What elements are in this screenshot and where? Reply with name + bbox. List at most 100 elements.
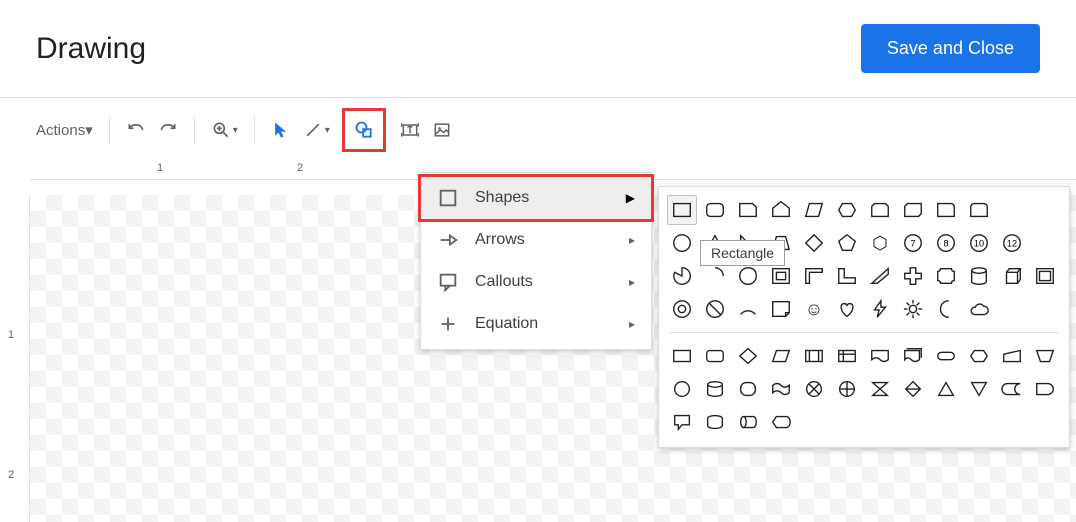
shape-heart[interactable] [832,294,862,324]
shape-flow-squircle[interactable] [733,374,763,404]
shape-snip-double[interactable] [865,195,895,225]
image-icon [432,120,452,140]
shape-flow-wave[interactable] [766,374,796,404]
image-tool-button[interactable] [428,116,456,144]
shape-folded-corner[interactable] [766,294,796,324]
shape-flow-rect[interactable] [667,341,697,371]
shape-flow-roundrect[interactable] [700,341,730,371]
line-tool-button[interactable]: ▾ [299,116,334,144]
shapes-palette: ⬡ 7 810 12 ☺ [658,186,1070,448]
shape-donut[interactable] [667,294,697,324]
cursor-icon [271,120,291,140]
shape-cube[interactable] [997,261,1027,291]
shape-flow-or[interactable] [832,374,862,404]
shape-pie[interactable] [667,261,697,291]
shape-no-symbol[interactable] [700,294,730,324]
menu-item-label: Callouts [475,273,533,291]
shape-sun[interactable] [898,294,928,324]
shape-cloud[interactable] [964,294,994,324]
menu-item-callouts[interactable]: Callouts ▸ [421,261,651,303]
toolbar: Actions ▾ ▾ ▾ [0,98,1076,162]
shape-flow-predefined[interactable] [799,341,829,371]
shape-flow-stored[interactable] [997,374,1027,404]
shape-icon [354,120,374,140]
shape-rectangle[interactable] [667,195,697,225]
shape-flow-direct[interactable] [733,407,763,437]
shape-half-frame[interactable] [799,261,829,291]
shape-flow-magnetic[interactable] [700,407,730,437]
menu-item-equation[interactable]: Equation ▸ [421,303,651,345]
shape-tool-button[interactable] [346,112,382,148]
shape-plaque[interactable] [931,261,961,291]
shape-flow-sort[interactable] [898,374,928,404]
textbox-tool-button[interactable] [396,116,424,144]
separator [109,116,110,144]
shape-flow-callout[interactable] [667,407,697,437]
shape-flow-display[interactable] [766,407,796,437]
shape-l-shape[interactable] [832,261,862,291]
shape-flow-preparation[interactable] [964,341,994,371]
shape-round-double[interactable] [964,195,994,225]
shape-tool-highlight [342,108,386,152]
select-tool-button[interactable] [267,116,295,144]
shape-parallelogram-r[interactable] [799,195,829,225]
shape-category-menu: Shapes ▶ Arrows ▸ Callouts ▸ Equation ▸ [420,172,652,350]
shape-hexagon-h[interactable] [832,195,862,225]
shape-hexagon[interactable]: ⬡ [865,228,895,258]
shape-flow-merge[interactable] [964,374,994,404]
shape-arc[interactable] [733,294,763,324]
shape-flow-manual-input[interactable] [997,341,1027,371]
caret-down-icon: ▾ [325,125,330,136]
shape-circle[interactable] [667,228,697,258]
shape-can[interactable] [964,261,994,291]
line-icon [303,120,323,140]
shape-diamond[interactable] [799,228,829,258]
shape-bevel[interactable] [1030,261,1060,291]
shape-diagonal-stripe[interactable] [865,261,895,291]
svg-text:7: 7 [910,239,915,249]
shape-decagon[interactable]: 10 [964,228,994,258]
menu-item-arrows[interactable]: Arrows ▸ [421,219,651,261]
shape-flow-delay[interactable] [1030,374,1060,404]
shape-flow-terminator[interactable] [931,341,961,371]
shape-moon[interactable] [931,294,961,324]
shape-rounded-rectangle[interactable] [700,195,730,225]
shape-flow-summing[interactable] [799,374,829,404]
shapes-grid-flowchart [667,341,1061,437]
shape-flow-document[interactable] [865,341,895,371]
shape-dodecagon[interactable]: 12 [997,228,1027,258]
actions-menu-button[interactable]: Actions ▾ [32,121,97,139]
shape-cross[interactable] [898,261,928,291]
save-and-close-button[interactable]: Save and Close [861,24,1040,73]
shape-flow-diamond[interactable] [733,341,763,371]
redo-button[interactable] [154,116,182,144]
shape-round-single[interactable] [931,195,961,225]
shape-flow-extract[interactable] [931,374,961,404]
shape-smiley[interactable]: ☺ [799,294,829,324]
shape-snip-diagonal[interactable] [898,195,928,225]
zoom-button[interactable]: ▾ [207,116,242,144]
shape-flow-multidoc[interactable] [898,341,928,371]
shape-flow-collate[interactable] [865,374,895,404]
undo-button[interactable] [122,116,150,144]
shape-pentagon-up[interactable] [766,195,796,225]
svg-text:12: 12 [1007,239,1017,249]
shape-flow-drum[interactable] [700,374,730,404]
shape-pentagon[interactable] [832,228,862,258]
shape-flow-internal[interactable] [832,341,862,371]
menu-item-label: Arrows [475,231,525,249]
shape-snip-corner[interactable] [733,195,763,225]
shape-heptagon[interactable]: 7 [898,228,928,258]
redo-icon [158,120,178,140]
shape-flow-parallelogram[interactable] [766,341,796,371]
menu-item-shapes[interactable]: Shapes ▶ [421,177,651,219]
shape-octagon[interactable]: 8 [931,228,961,258]
shape-flow-circle[interactable] [667,374,697,404]
square-outline-icon [437,187,459,209]
vertical-ruler: 1 2 [0,195,30,522]
separator [194,116,195,144]
shape-flow-manual-op[interactable] [1030,341,1060,371]
caret-down-icon: ▾ [233,125,238,136]
dialog-header: Drawing Save and Close [0,0,1076,97]
shape-lightning[interactable] [865,294,895,324]
